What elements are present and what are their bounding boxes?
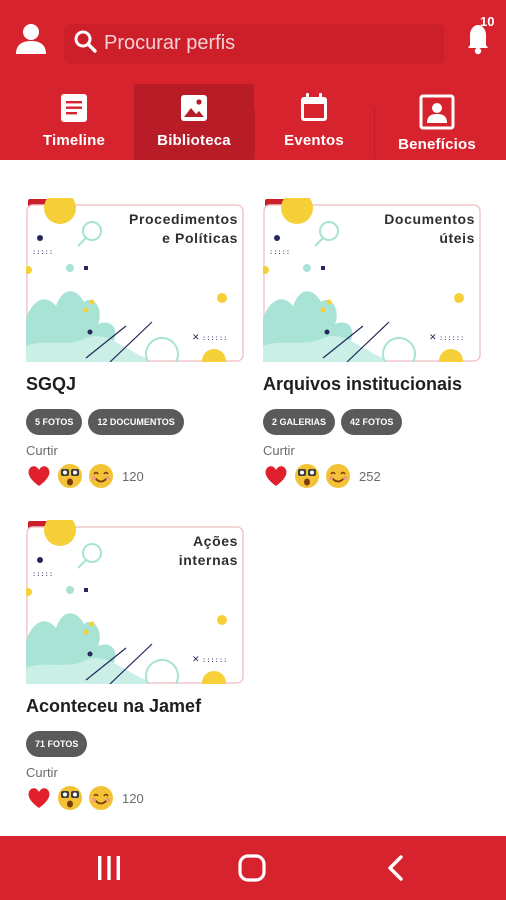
main-tabs: Timeline Biblioteca Eventos Benefícios [0,84,506,160]
shocked-emoji-icon [58,464,82,488]
image-icon [178,92,210,124]
search-icon [74,30,98,54]
search-input[interactable] [104,30,424,56]
svg-text::::::: ::::: [32,570,53,578]
calendar-icon [298,92,330,124]
documents-count-badge: 12 DOCUMENTOS [88,409,184,435]
folder-thumbnail-title: Procedimentos e Políticas [129,211,238,246]
profile-icon[interactable] [14,22,48,56]
reactions-count: 120 [122,468,144,484]
shocked-emoji-icon [58,786,82,810]
album-title[interactable]: SGQJ [26,374,244,395]
shocked-emoji-icon [295,464,319,488]
like-button[interactable]: Curtir [26,443,244,458]
reactions-count: 252 [359,468,381,484]
smile-emoji-icon [89,786,113,810]
svg-text::::::: ::::: [32,248,53,256]
app-screen: 10 Timeline [0,0,506,900]
heart-icon [265,466,287,486]
folder-thumbnail-title: Documentos úteis [384,211,475,246]
album-badges: 2 GALERIAS 42 FOTOS [263,409,481,435]
svg-text::::::: ::::: [269,248,290,256]
tab-biblioteca[interactable]: Biblioteca [134,84,254,160]
photos-count-badge: 42 FOTOS [341,409,403,435]
tab-eventos-label: Eventos [284,132,344,149]
tab-beneficios-label: Benefícios [398,136,476,153]
folder-thumbnail[interactable]: ::::: ✕ :::::: Procedimentos e Políticas [26,198,244,362]
svg-text:::::::: :::::: [202,334,227,342]
library-card[interactable]: ::::: ✕ :::::: Documentos úteis Arquivos… [263,198,481,490]
search-bar[interactable] [64,24,444,64]
album-badges: 71 FOTOS [26,731,244,757]
smile-emoji-icon [89,464,113,488]
folder-thumbnail[interactable]: ::::: ✕ :::::: Documentos úteis [263,198,481,362]
svg-text:✕: ✕ [192,333,200,343]
home-icon[interactable] [236,852,268,884]
reactions-count: 120 [122,790,144,806]
reactions-summary[interactable]: 120 [26,462,244,490]
back-icon[interactable] [380,852,412,884]
svg-text:::::::: :::::: [202,656,227,664]
tab-beneficios[interactable]: Benefícios [374,84,500,160]
like-button[interactable]: Curtir [263,443,481,458]
system-navigation-bar [0,836,506,900]
top-bar: 10 [0,0,506,84]
notifications-count-badge: 10 [480,14,495,29]
photos-count-badge: 71 FOTOS [26,731,88,757]
tab-biblioteca-label: Biblioteca [157,132,231,149]
library-card[interactable]: ::::: ✕ :::::: Ações internas Aconteceu … [26,520,244,812]
album-title[interactable]: Aconteceu na Jamef [26,696,244,717]
smile-emoji-icon [326,464,350,488]
document-icon [58,92,90,124]
reactions-summary[interactable]: 120 [26,784,244,812]
reactions-summary[interactable]: 252 [263,462,481,490]
svg-text:::::::: :::::: [439,334,464,342]
recent-apps-icon[interactable] [93,852,125,884]
library-card[interactable]: ::::: ✕ :::::: Procedimentos e Políticas… [26,198,244,490]
tab-eventos[interactable]: Eventos [254,84,374,160]
svg-text:✕: ✕ [429,333,437,343]
tab-timeline[interactable]: Timeline [14,84,134,160]
heart-icon [28,466,50,486]
app-header: 10 Timeline [0,0,506,160]
heart-icon [28,788,50,808]
portrait-icon [419,94,455,130]
like-button[interactable]: Curtir [26,765,244,780]
svg-text:✕: ✕ [192,655,200,665]
photos-count-badge: 5 FOTOS [26,409,83,435]
galleries-count-badge: 2 GALERIAS [263,409,336,435]
album-badges: 5 FOTOS 12 DOCUMENTOS [26,409,244,435]
tab-timeline-label: Timeline [42,132,106,149]
folder-thumbnail[interactable]: ::::: ✕ :::::: Ações internas [26,520,244,684]
album-title[interactable]: Arquivos institucionais [263,374,481,395]
folder-thumbnail-title: Ações internas [178,533,238,568]
